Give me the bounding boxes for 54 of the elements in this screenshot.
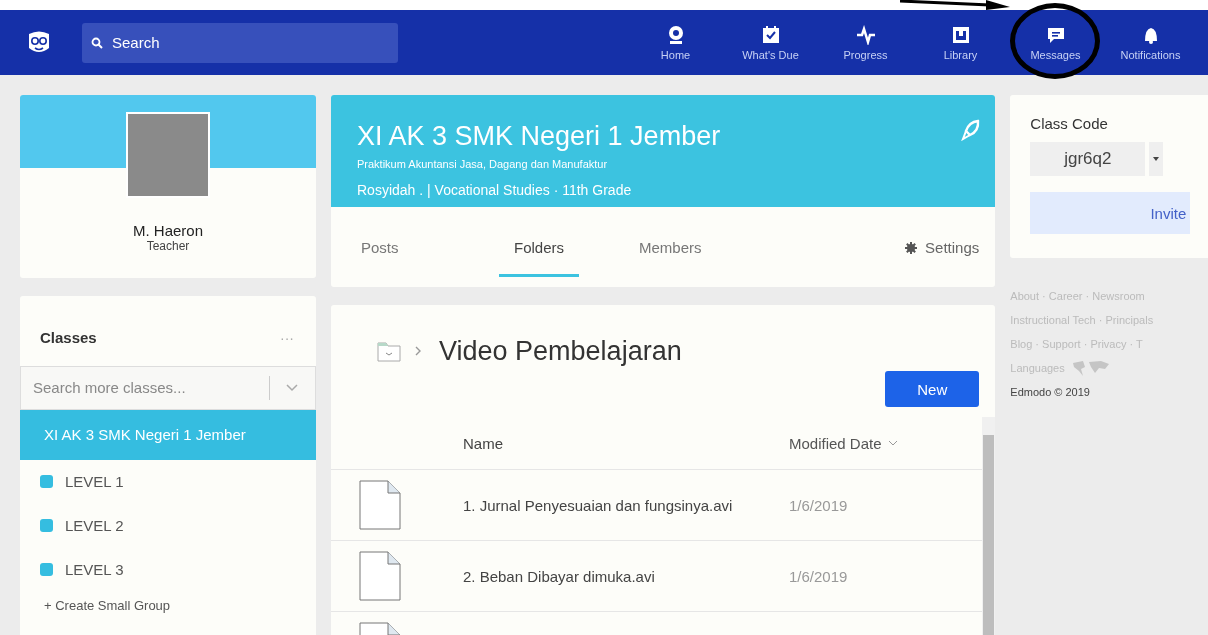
class-code-label: Class Code — [1030, 115, 1109, 132]
nav-item[interactable]: Notifications — [1103, 24, 1198, 61]
class-code: jgr6q2 — [1030, 142, 1146, 176]
search-field[interactable]: Search — [82, 22, 398, 63]
profile-name: M. Haeron — [133, 222, 203, 239]
chevron-right-icon — [415, 346, 421, 356]
nav-item[interactable]: Messages — [1008, 24, 1103, 61]
tab[interactable]: Posts — [361, 207, 481, 274]
group-item[interactable]: LEVEL 1 — [65, 473, 124, 491]
tab[interactable]: Folders — [499, 207, 579, 277]
sort-chevron-icon — [887, 440, 898, 446]
class-search-field[interactable]: Search more classes... — [20, 365, 316, 410]
invite-button[interactable]: Invite — [1030, 192, 1191, 234]
file-icon — [359, 480, 401, 530]
library-icon — [950, 24, 971, 45]
folder-name: Video Pembelajaran — [439, 335, 682, 367]
search-icon — [91, 36, 103, 49]
settings-icon — [905, 241, 918, 254]
group-square-icon — [40, 519, 53, 533]
group-square-icon — [40, 563, 53, 577]
new-button[interactable]: New — [885, 371, 980, 407]
pulse-icon — [855, 24, 876, 45]
nav-item[interactable]: Library — [913, 24, 1008, 61]
group-item[interactable]: LEVEL 2 — [65, 517, 124, 535]
class-meta: Rosyidah . | Vocational Studies · 11th Grade — [357, 182, 633, 198]
world-map-icon — [1070, 359, 1111, 377]
scrollbar[interactable] — [982, 417, 996, 635]
file-name: 2. Beban Dibayar dimuka.avi — [463, 567, 656, 585]
profile-role: Teacher — [146, 239, 190, 253]
nav-item[interactable]: Progress — [818, 24, 913, 61]
create-group-link[interactable]: + Create Small Group — [44, 597, 171, 613]
file-row[interactable]: 1. Jurnal Penyesuaian dan fungsinya.avi 1/6/2019 — [331, 470, 983, 541]
nav-item[interactable]: What's Due — [723, 24, 818, 61]
file-icon — [359, 551, 401, 601]
file-row[interactable]: 2. Beban Dibayar dimuka.avi 1/6/2019 — [331, 541, 983, 612]
calendar-check-icon — [760, 24, 781, 45]
class-subtitle: Praktikum Akuntansi Jasa, Dagang dan Manufaktur — [357, 158, 609, 170]
group-item[interactable]: LEVEL 3 — [65, 561, 124, 579]
chevron-down-icon — [286, 383, 298, 392]
settings-link[interactable]: Settings — [905, 239, 980, 256]
folder-icon — [377, 340, 401, 362]
file-date: 1/6/2019 — [789, 567, 848, 585]
group-square-icon — [40, 475, 53, 489]
classes-title: Classes — [40, 329, 97, 347]
code-dropdown[interactable] — [1149, 142, 1164, 176]
column-header[interactable]: Name — [463, 434, 789, 452]
caret-icon — [1153, 157, 1160, 161]
file-name: 1. Jurnal Penyesuaian dan fungsinya.avi — [463, 496, 734, 514]
copyright: Edmodo © 2019 — [1010, 386, 1091, 398]
column-header[interactable]: Modified Date — [789, 434, 898, 452]
file-date: 1/6/2019 — [789, 496, 848, 514]
nav-item[interactable]: Home — [628, 24, 723, 61]
tab[interactable]: Members — [639, 207, 759, 274]
class-title: XI AK 3 SMK Negeri 1 Jember — [357, 121, 721, 152]
